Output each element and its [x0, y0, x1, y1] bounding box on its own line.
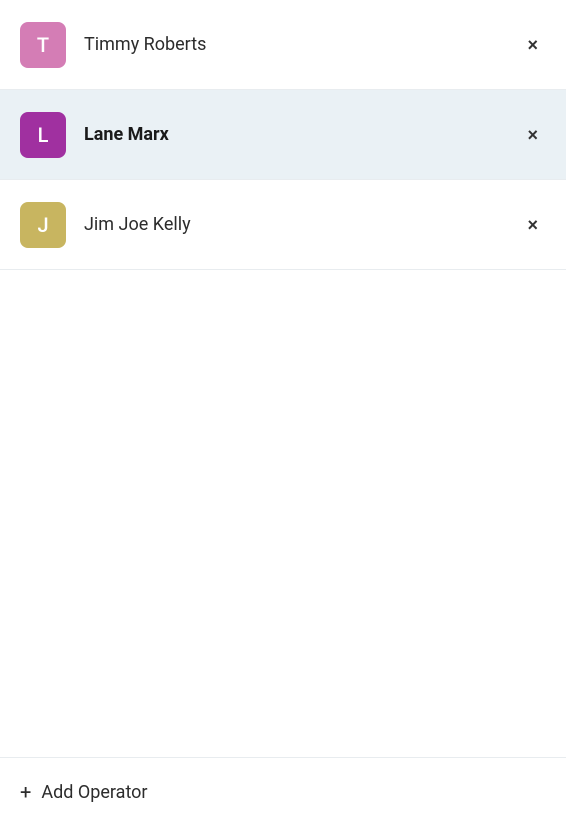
operator-row: J Jim Joe Kelly× — [0, 180, 566, 270]
operator-avatar: L — [20, 112, 66, 158]
add-operator-button[interactable]: + Add Operator — [0, 757, 566, 826]
remove-operator-button[interactable]: × — [519, 212, 546, 238]
remove-operator-button[interactable]: × — [519, 122, 546, 148]
operator-avatar: T — [20, 22, 66, 68]
operator-name: Lane Marx — [84, 124, 519, 145]
operator-list: TTimmy Roberts×LLane Marx×JJim Joe Kelly… — [0, 0, 566, 379]
operator-row: T Timmy Roberts× — [0, 0, 566, 90]
operator-avatar: J — [20, 202, 66, 248]
operator-name: Timmy Roberts — [84, 34, 519, 55]
add-icon: + — [20, 780, 31, 804]
add-operator-label: Add Operator — [41, 782, 147, 803]
empty-space — [0, 379, 566, 758]
operator-name: Jim Joe Kelly — [84, 214, 519, 235]
operator-row: L Lane Marx× — [0, 90, 566, 180]
remove-operator-button[interactable]: × — [519, 32, 546, 58]
